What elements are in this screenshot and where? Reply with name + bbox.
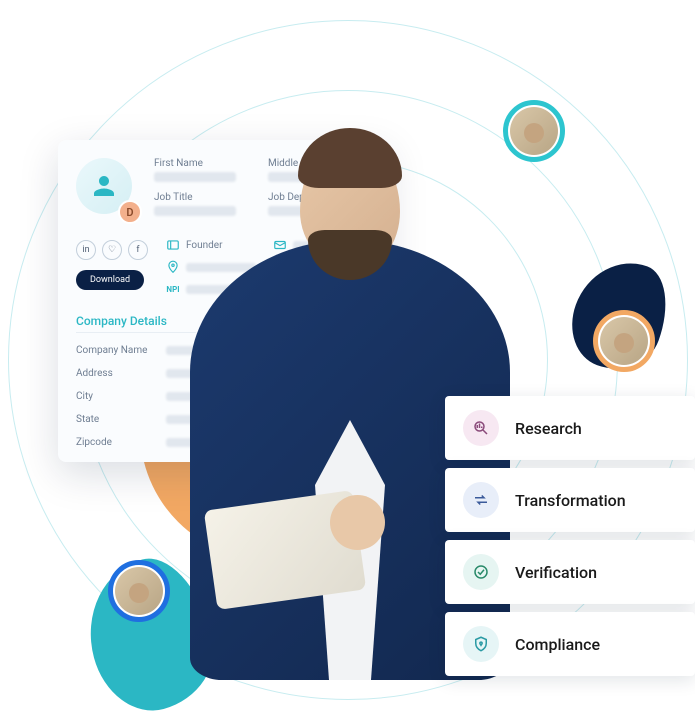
person-icon [89, 171, 119, 201]
detail-label: Address [76, 368, 166, 379]
research-icon [463, 410, 499, 446]
transformation-icon [463, 482, 499, 518]
linkedin-icon[interactable]: in [76, 240, 96, 260]
feature-label: Transformation [515, 491, 626, 510]
twitter-icon[interactable]: ♡ [102, 240, 122, 260]
feature-compliance: Compliance [445, 612, 695, 676]
detail-label: Company Name [76, 345, 166, 356]
floating-avatar [503, 100, 565, 162]
verification-icon [463, 554, 499, 590]
company-details-heading: Company Details [76, 314, 196, 333]
compliance-icon [463, 626, 499, 662]
feature-transformation: Transformation [445, 468, 695, 532]
location-icon [166, 260, 180, 274]
detail-label: State [76, 414, 166, 425]
detail-label: Zipcode [76, 437, 166, 448]
avatar-badge: D [118, 200, 142, 224]
detail-label: City [76, 391, 166, 402]
download-button[interactable]: Download [76, 270, 144, 290]
floating-avatar [108, 560, 170, 622]
feature-label: Compliance [515, 635, 600, 654]
feature-research: Research [445, 396, 695, 460]
profile-avatar: D [76, 158, 140, 222]
badge-icon [166, 238, 180, 252]
feature-verification: Verification [445, 540, 695, 604]
floating-avatar [593, 310, 655, 372]
facebook-icon[interactable]: f [128, 240, 148, 260]
feature-label: Verification [515, 563, 597, 582]
npi-icon: NPI [166, 282, 180, 296]
feature-list: Research Transformation Verification Com… [445, 396, 695, 676]
feature-label: Research [515, 419, 582, 438]
